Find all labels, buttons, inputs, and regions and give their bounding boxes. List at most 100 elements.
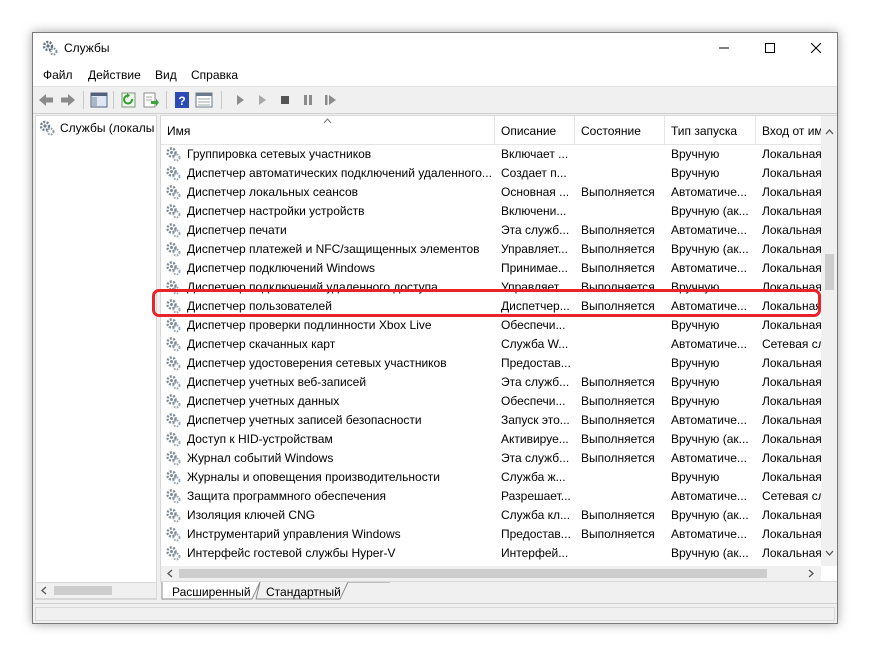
service-status: Выполняется [581, 261, 655, 275]
scroll-left-icon [167, 569, 173, 578]
service-row[interactable]: Диспетчер удостоверения сетевых участник… [161, 354, 821, 373]
service-startup-type: Вручную (ак... [671, 242, 749, 256]
service-gear-icon [166, 527, 181, 542]
service-row[interactable]: Диспетчер учетных записей безопасности За… [161, 411, 821, 430]
toolbar-separator [166, 91, 167, 109]
properties-icon [195, 92, 213, 108]
back-button[interactable] [37, 91, 55, 109]
service-row[interactable]: Диспетчер подключений Windows Принимае...… [161, 259, 821, 278]
scrollbar-thumb[interactable] [825, 254, 834, 290]
service-row[interactable]: Диспетчер скачанных карт Служба W... Автом… [161, 335, 821, 354]
service-log-on-as: Локальная [762, 375, 821, 389]
close-button[interactable] [793, 33, 837, 63]
service-row[interactable]: Журнал событий Windows Эта служб... Выполн… [161, 449, 821, 468]
service-startup-type: Автоматиче... [671, 527, 747, 541]
service-row[interactable]: Диспетчер настройки устройств Включени...… [161, 202, 821, 221]
column-header-status[interactable]: Состояние [575, 116, 665, 144]
help-button[interactable]: ? [173, 91, 191, 109]
column-header-log-on-as[interactable]: Вход от им [756, 116, 826, 144]
services-list-pane: Имя Описание Состояние Тип запуска Вход … [160, 115, 837, 582]
list-header: Имя Описание Состояние Тип запуска Вход … [161, 116, 823, 145]
play-icon [237, 95, 244, 105]
show-hide-tree-button[interactable] [90, 91, 108, 109]
services-window: Службы Файл Действие Вид Справка ? Служб… [32, 32, 838, 624]
tab-extended[interactable]: Расширенный [162, 582, 254, 600]
service-startup-type: Вручную [671, 147, 720, 161]
service-row[interactable]: Доступ к HID-устройствам Активируе... Выпо… [161, 430, 821, 449]
service-row[interactable]: Диспетчер проверки подлинности Xbox Live… [161, 316, 821, 335]
restart-icon [325, 95, 336, 105]
service-gear-icon [166, 318, 181, 333]
service-description: Служба кл... [501, 508, 570, 522]
service-name: Изоляция ключей CNG [187, 508, 316, 522]
service-row[interactable]: Группировка сетевых участников Включает .… [161, 145, 821, 164]
menu-file[interactable]: Файл [43, 68, 73, 82]
service-startup-type: Вручную [671, 166, 720, 180]
start-service-alt-button[interactable] [253, 91, 271, 109]
service-row[interactable]: Диспетчер автоматических подключений уда… [161, 164, 821, 183]
service-name: Диспетчер подключений Windows [187, 261, 376, 275]
service-row[interactable]: Интерфейс гостевой службы Hyper-V Интерфе… [161, 544, 821, 563]
menu-action[interactable]: Действие [88, 68, 141, 82]
service-status: Выполняется [581, 508, 655, 522]
service-row[interactable]: Журналы и оповещения производительности С… [161, 468, 821, 487]
service-row[interactable]: Диспетчер платежей и NFC/защищенных элем… [161, 240, 821, 259]
pause-service-button[interactable] [299, 91, 317, 109]
scroll-up-icon [825, 129, 834, 135]
service-log-on-as: Локальная [762, 508, 821, 522]
service-status: Выполняется [581, 527, 655, 541]
forward-button[interactable] [59, 91, 77, 109]
column-header-description[interactable]: Описание [495, 116, 575, 144]
scrollbar-thumb[interactable] [179, 569, 767, 578]
maximize-button[interactable] [747, 33, 793, 63]
service-row[interactable]: Диспетчер локальных сеансов Основная ... В… [161, 183, 821, 202]
column-header-startup-type[interactable]: Тип запуска [665, 116, 756, 144]
service-status: Выполняется [581, 375, 655, 389]
service-description: Обеспечи... [501, 394, 566, 408]
service-row[interactable]: Инструментарий управления Windows Предост… [161, 525, 821, 544]
menu-help[interactable]: Справка [191, 68, 238, 82]
column-header-name[interactable]: Имя [161, 116, 495, 144]
service-row[interactable]: Защита программного обеспечения Разрешает… [161, 487, 821, 506]
service-gear-icon [166, 204, 181, 219]
start-service-button[interactable] [231, 91, 249, 109]
service-name: Журналы и оповещения производительности [187, 470, 440, 484]
service-startup-type: Вручную (ак... [671, 432, 749, 446]
restart-service-button[interactable] [322, 91, 340, 109]
service-row[interactable]: Диспетчер учетных данных Обеспечи... Выпол… [161, 392, 821, 411]
service-startup-type: Вручную [671, 394, 720, 408]
service-description: Запуск это... [501, 413, 570, 427]
properties-view-button[interactable] [195, 91, 213, 109]
export-list-button[interactable] [142, 91, 160, 109]
stop-service-button[interactable] [276, 91, 294, 109]
service-startup-type: Автоматиче... [671, 337, 747, 351]
menu-view[interactable]: Вид [155, 68, 177, 82]
refresh-button[interactable] [120, 91, 138, 109]
service-description: Служба W... [501, 337, 569, 351]
service-gear-icon [166, 375, 181, 390]
status-bar [33, 603, 837, 623]
service-row[interactable]: Диспетчер учетных веб-записей Эта служб..… [161, 373, 821, 392]
service-log-on-as: Локальная [762, 527, 821, 541]
service-startup-type: Вручную (ак... [671, 508, 749, 522]
tree-item-services-local[interactable]: Службы (локалы [39, 120, 157, 136]
menu-bar: Файл Действие Вид Справка [33, 63, 837, 87]
service-gear-icon [166, 451, 181, 466]
scroll-right-icon [808, 569, 814, 578]
scrollbar-thumb[interactable] [54, 586, 112, 595]
service-row[interactable]: Изоляция ключей CNG Служба кл... Выполняет… [161, 506, 821, 525]
tab-standard[interactable]: Стандартный [256, 582, 344, 600]
service-description: Принимае... [501, 261, 568, 275]
tree-horizontal-scrollbar[interactable] [35, 582, 157, 599]
window-title: Службы [64, 41, 110, 55]
service-status: Выполняется [581, 242, 655, 256]
service-description: Включени... [501, 204, 567, 218]
service-description: Интерфей... [501, 546, 569, 560]
service-row[interactable]: Диспетчер печати Эта служб... Выполняется А… [161, 221, 821, 240]
list-horizontal-scrollbar[interactable] [161, 566, 821, 581]
tab-label: Стандартный [266, 585, 341, 599]
service-gear-icon [166, 470, 181, 485]
service-description: Основная ... [501, 185, 570, 199]
list-vertical-scrollbar[interactable] [821, 116, 837, 566]
minimize-button[interactable] [701, 33, 747, 63]
